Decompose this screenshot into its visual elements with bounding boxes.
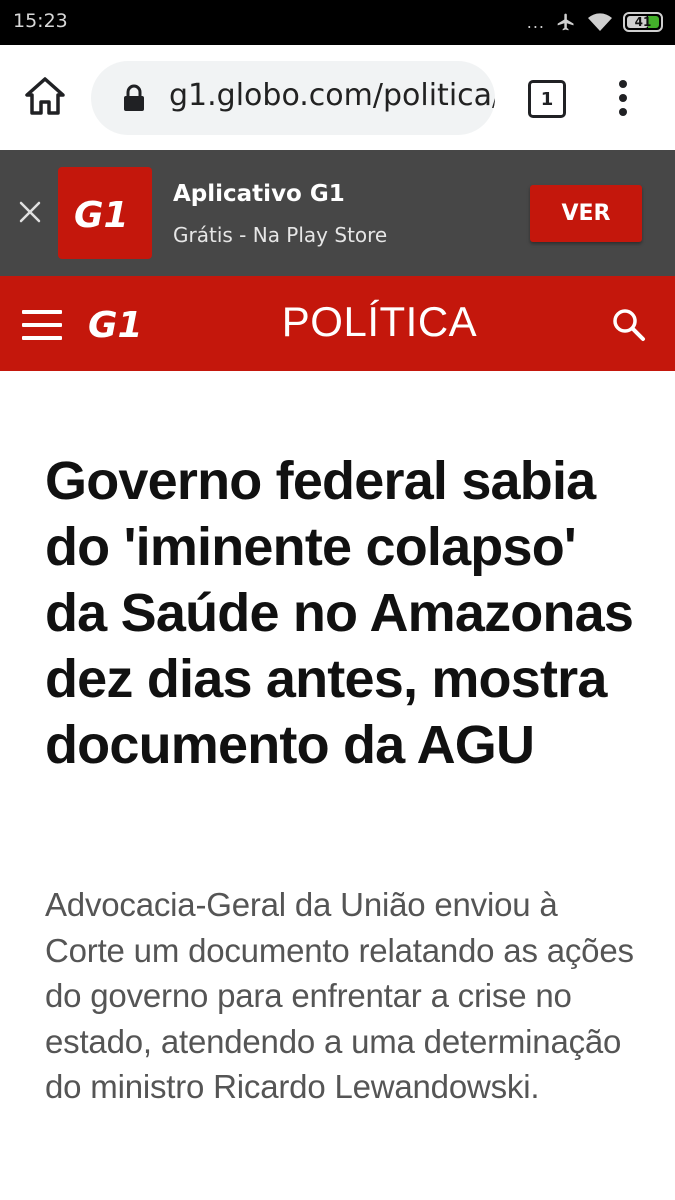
g1-app-logo: G1: [58, 167, 152, 259]
g1-logo: G1: [74, 195, 129, 231]
tab-switcher-button[interactable]: 1: [528, 80, 566, 118]
wifi-icon: [588, 13, 612, 31]
site-header: G1 POLÍTICA: [0, 276, 675, 371]
article-summary: Advocacia-Geral da União enviou à Corte …: [45, 886, 634, 1105]
more-vert-icon[interactable]: [608, 75, 638, 121]
close-icon[interactable]: [16, 198, 44, 226]
battery-level: 41: [634, 15, 652, 29]
status-bar: 15:23 ... 41: [0, 0, 675, 45]
more-notifications-indicator: ...: [526, 12, 545, 32]
lock-icon: [124, 84, 144, 111]
address-bar[interactable]: g1.globo.com/politica/noticia: [91, 61, 495, 135]
home-icon[interactable]: [22, 73, 68, 119]
url-text[interactable]: g1.globo.com/politica/noticia: [169, 78, 495, 113]
app-install-banner: G1 Aplicativo G1 Grátis - Na Play Store …: [0, 150, 675, 276]
section-title: POLÍTICA: [281, 298, 478, 345]
status-time: 15:23: [13, 10, 68, 32]
ver-button[interactable]: VER: [530, 185, 642, 242]
browser-toolbar: g1.globo.com/politica/noticia 1: [0, 45, 675, 150]
app-banner-subtitle: Grátis - Na Play Store: [173, 223, 388, 247]
app-banner-title: Aplicativo G1: [173, 181, 345, 207]
status-icons: ... 41: [527, 9, 663, 35]
svg-text:G1: G1: [74, 195, 129, 231]
airplane-icon: [557, 13, 574, 31]
search-icon[interactable]: [610, 306, 648, 344]
battery-icon: 41: [623, 12, 663, 32]
article-headline: Governo federal sabia do 'iminente colap…: [45, 451, 634, 775]
tab-count: 1: [540, 88, 554, 110]
